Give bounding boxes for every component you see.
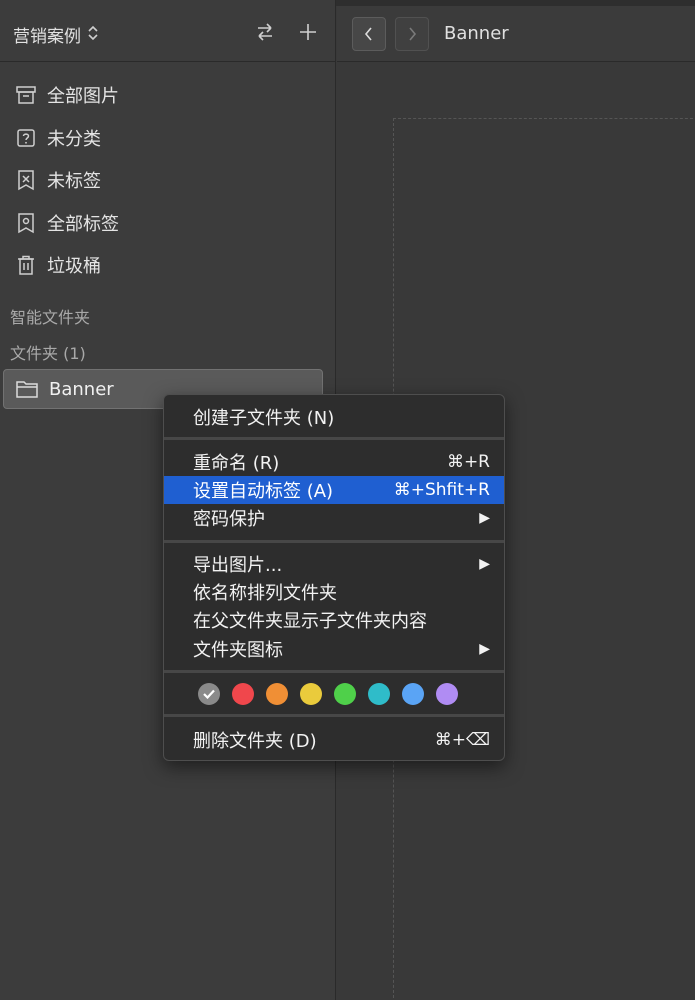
folder-context-menu: 创建子文件夹 (N) 重命名 (R) ⌘+R 设置自动标签 (A) ⌘+Shfi…: [163, 394, 505, 761]
color-swatch-orange[interactable]: [266, 683, 288, 705]
sidebar-item-untagged[interactable]: 未标签: [0, 159, 336, 202]
chevron-right-icon: [409, 27, 417, 41]
chevron-updown-icon: [87, 25, 99, 45]
menu-item-label: 密码保护: [193, 509, 265, 530]
menu-divider: [164, 714, 504, 717]
chevron-left-icon: [364, 27, 372, 41]
archive-icon: [14, 83, 38, 107]
folder-label: Banner: [49, 378, 114, 400]
color-swatch-blue[interactable]: [402, 683, 424, 705]
sidebar-item-uncategorized[interactable]: 未分类: [0, 117, 336, 160]
sidebar-item-label: 全部标签: [47, 213, 119, 235]
sidebar-header: 营销案例: [0, 6, 336, 62]
sidebar-nav: 全部图片 未分类 未标签 全部标签 垃圾桶: [0, 74, 336, 287]
back-button[interactable]: [352, 17, 386, 51]
submenu-arrow-icon: ▶: [479, 641, 490, 657]
menu-item-label: 依名称排列文件夹: [193, 583, 337, 604]
sidebar-item-label: 垃圾桶: [47, 256, 101, 278]
swap-icon: [258, 23, 272, 41]
checkmark-icon: [203, 689, 215, 699]
unknown-box-icon: [14, 126, 38, 150]
menu-item-export[interactable]: 导出图片... ▶: [164, 550, 504, 578]
add-button[interactable]: [294, 18, 322, 46]
color-swatch-purple[interactable]: [436, 683, 458, 705]
sidebar-item-label: 未分类: [47, 128, 101, 150]
menu-item-password[interactable]: 密码保护 ▶: [164, 504, 504, 532]
menu-divider: [164, 437, 504, 440]
plus-icon: [300, 24, 316, 40]
sidebar-item-all-tags[interactable]: 全部标签: [0, 202, 336, 245]
main-toolbar: Banner: [337, 6, 695, 62]
smart-folders-heading[interactable]: 智能文件夹: [10, 304, 90, 328]
menu-item-label: 导出图片...: [193, 555, 283, 576]
menu-divider: [164, 540, 504, 543]
menu-item-create-subfolder[interactable]: 创建子文件夹 (N): [164, 403, 504, 431]
menu-item-folder-icon[interactable]: 文件夹图标 ▶: [164, 635, 504, 663]
menu-item-label: 创建子文件夹 (N): [193, 408, 335, 429]
untagged-icon: [14, 168, 38, 192]
trash-icon: [14, 253, 38, 277]
library-title: 营销案例: [13, 27, 81, 47]
menu-item-shortcut: ⌘+Shfit+R: [393, 480, 490, 500]
sidebar-item-trash[interactable]: 垃圾桶: [0, 244, 336, 287]
menu-item-sort-by-name[interactable]: 依名称排列文件夹: [164, 578, 504, 606]
menu-item-auto-tag[interactable]: 设置自动标签 (A) ⌘+Shfit+R: [164, 476, 504, 504]
menu-item-shortcut: ⌘+⌫: [434, 730, 490, 750]
library-switcher[interactable]: 营销案例: [13, 22, 99, 47]
menu-item-show-subfolder-content[interactable]: 在父文件夹显示子文件夹内容: [164, 606, 504, 634]
folder-icon: [15, 377, 41, 401]
submenu-arrow-icon: ▶: [479, 556, 490, 572]
submenu-arrow-icon: ▶: [479, 510, 490, 526]
color-swatch-none[interactable]: [198, 683, 220, 705]
sidebar-item-label: 未标签: [47, 171, 101, 193]
app-window: 营销案例 全部图片 未分类 未标签 全部标签 垃圾桶 智能文件夹 文件夹 (1)…: [0, 0, 695, 1000]
tag-icon: [14, 211, 38, 235]
sidebar-item-all-images[interactable]: 全部图片: [0, 74, 336, 117]
menu-item-rename[interactable]: 重命名 (R) ⌘+R: [164, 448, 504, 476]
color-picker: [198, 683, 458, 705]
menu-item-label: 在父文件夹显示子文件夹内容: [193, 611, 427, 632]
menu-item-shortcut: ⌘+R: [446, 452, 490, 472]
color-swatch-cyan[interactable]: [368, 683, 390, 705]
breadcrumb: Banner: [444, 23, 509, 44]
color-swatch-yellow[interactable]: [300, 683, 322, 705]
menu-item-label: 文件夹图标: [193, 640, 283, 661]
menu-item-label: 设置自动标签 (A): [193, 481, 334, 502]
color-swatch-red[interactable]: [232, 683, 254, 705]
menu-item-label: 重命名 (R): [193, 453, 280, 474]
forward-button[interactable]: [395, 17, 429, 51]
sidebar-item-label: 全部图片: [47, 86, 119, 108]
menu-divider: [164, 670, 504, 673]
menu-item-delete-folder[interactable]: 删除文件夹 (D) ⌘+⌫: [164, 726, 504, 754]
swap-button[interactable]: [251, 18, 279, 46]
color-swatch-green[interactable]: [334, 683, 356, 705]
menu-item-label: 删除文件夹 (D): [193, 731, 317, 752]
folders-heading[interactable]: 文件夹 (1): [10, 340, 86, 364]
